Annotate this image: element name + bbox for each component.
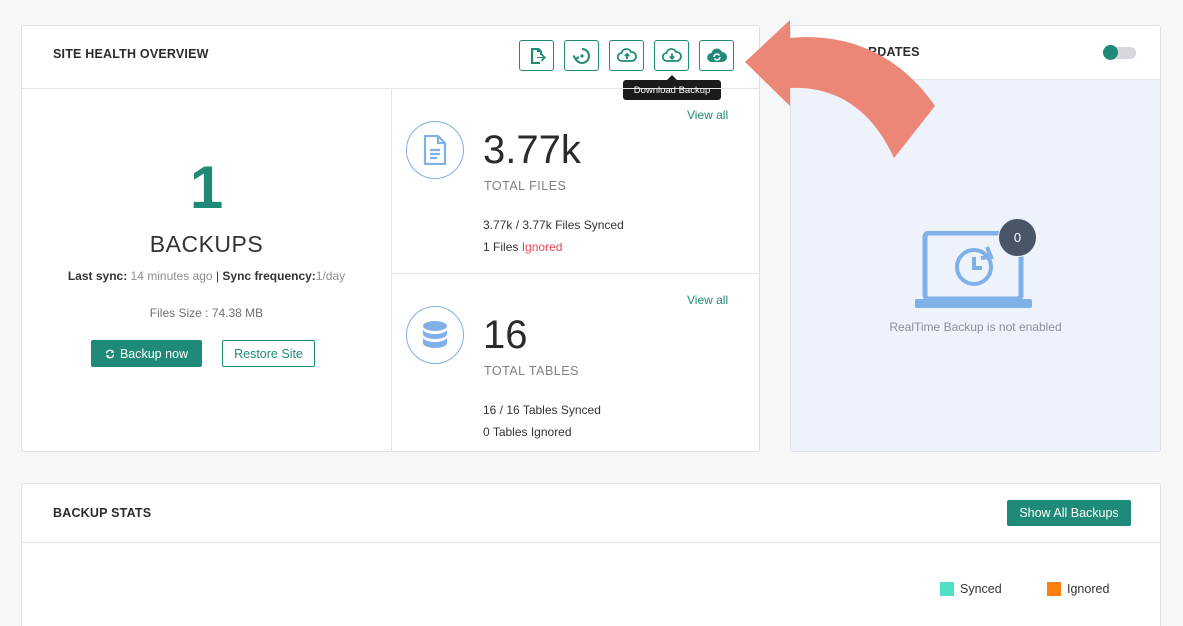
show-all-backups-button[interactable]: Show All Backups — [1007, 500, 1131, 526]
row-divider — [391, 273, 759, 274]
legend-label-synced: Synced — [960, 582, 1002, 596]
restore-icon — [572, 47, 590, 64]
last-sync-value: 14 minutes ago — [130, 269, 213, 283]
cloud-upload-icon — [616, 47, 637, 62]
last-sync-label: Last sync: — [67, 269, 128, 283]
files-synced-line: 3.77k / 3.77k Files Synced — [483, 218, 624, 232]
files-icon-circle — [406, 121, 464, 179]
legend-label-ignored: Ignored — [1067, 582, 1110, 596]
backup-stats-card: BACKUP STATS Show All Backups Synced Ign… — [21, 483, 1161, 626]
backups-label: BACKUPS — [149, 231, 264, 257]
sync-separator: | — [215, 269, 220, 283]
toggle-knob — [1103, 45, 1118, 60]
files-synced-value: 3.77k / 3.77k — [483, 218, 552, 232]
tables-ignored-value: 0 — [483, 425, 490, 439]
files-ignored-text: Ignored — [521, 240, 563, 254]
tables-ignored-text: Tables Ignored — [492, 425, 572, 439]
legend-item-ignored: Ignored — [1047, 582, 1109, 596]
realtime-message: RealTime Backup is not enabled — [889, 320, 1062, 334]
tables-icon-circle — [406, 306, 464, 364]
upload-backup-button[interactable] — [609, 40, 644, 71]
tables-synced-value: 16 / 16 — [483, 403, 520, 417]
tables-ignored-line: 0 Tables Ignored — [483, 425, 572, 439]
files-synced-text: Files Synced — [555, 218, 624, 232]
column-divider — [391, 88, 392, 451]
files-ignored-line: 1 Files Ignored — [483, 240, 562, 254]
download-backup-tooltip: Download Backup — [623, 75, 721, 100]
export-button[interactable] — [519, 40, 554, 71]
total-files-count: 3.77k — [483, 128, 581, 172]
backup-now-button[interactable]: Backup now — [91, 340, 202, 367]
realtime-toggle[interactable] — [1103, 45, 1136, 60]
stats-header-divider — [22, 542, 1160, 543]
files-ignored-value: 1 — [483, 240, 490, 254]
sync-frequency-label: Sync frequency: — [222, 269, 316, 283]
file-export-icon — [530, 47, 546, 64]
cloud-download-icon — [661, 47, 682, 62]
tables-synced-line: 16 / 16 Tables Synced — [483, 403, 601, 417]
realtime-count-badge: 0 — [998, 218, 1037, 257]
legend-item-synced: Synced — [940, 582, 1002, 596]
files-size: Files Size : 74.38 MB — [149, 306, 264, 320]
tables-view-all-link[interactable]: View all — [687, 293, 728, 307]
total-tables-label: TOTAL TABLES — [484, 364, 579, 378]
backup-now-label: Backup now — [119, 346, 189, 361]
file-icon — [423, 135, 447, 165]
legend-swatch-synced — [940, 582, 954, 596]
backup-count: 1 — [189, 154, 224, 221]
annotation-arrow — [745, 20, 935, 158]
tables-synced-text: Tables Synced — [522, 403, 601, 417]
legend-swatch-ignored — [1047, 582, 1061, 596]
restore-site-button[interactable]: Restore Site — [222, 340, 315, 367]
sync-icon — [105, 349, 115, 358]
files-view-all-link[interactable]: View all — [687, 108, 728, 122]
cloud-sync-button[interactable] — [699, 40, 734, 71]
files-ignored-prefix: Files — [493, 240, 519, 254]
total-tables-count: 16 — [483, 313, 528, 357]
cloud-sync-icon — [706, 48, 727, 62]
site-health-title: SITE HEALTH OVERVIEW — [53, 47, 209, 61]
sync-info: Last sync: 14 minutes ago | Sync frequen… — [22, 269, 391, 283]
database-icon — [423, 321, 447, 348]
sync-frequency-value: 1/day — [315, 269, 346, 283]
site-health-card: SITE HEALTH OVERVIEW Download Backup 1 B… — [21, 25, 760, 452]
restore-button[interactable] — [564, 40, 599, 71]
total-files-label: TOTAL FILES — [484, 179, 567, 193]
download-backup-button[interactable] — [654, 40, 689, 71]
backup-stats-title: BACKUP STATS — [53, 506, 152, 520]
